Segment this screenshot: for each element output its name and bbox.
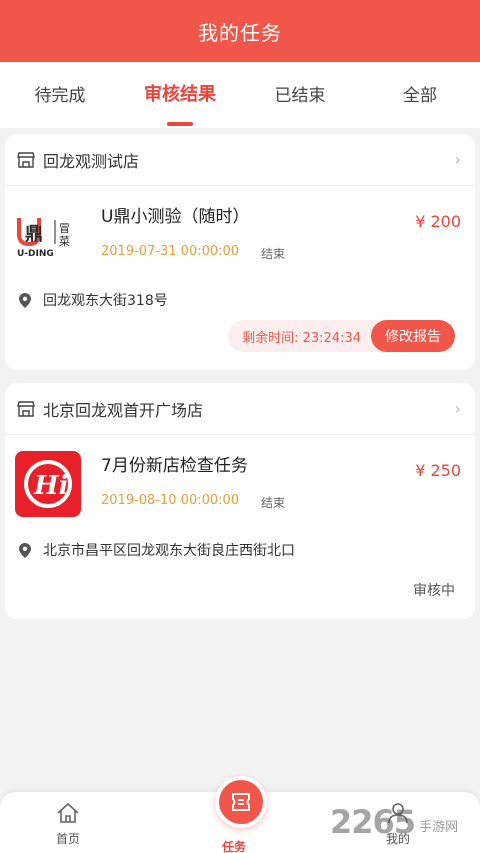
task-price: ¥ 250 — [415, 461, 461, 480]
task-card[interactable]: 北京回龙观首开广场店 › Hi 7月份新店检查任务 2019-08-10 00:… — [5, 383, 475, 619]
page-title: 我的任务 — [198, 20, 282, 45]
location-pin-icon — [19, 292, 31, 308]
address-row: 北京市昌平区回龙观东大街良庄西街北口 — [19, 540, 295, 560]
address-row: 回龙观东大街318号 — [19, 290, 168, 310]
tab-all[interactable]: 全部 — [360, 62, 480, 128]
task-info[interactable]: 鼎 冒 菜 U-DING U鼎小测验（随时） 2019-07-31 00:00:… — [5, 186, 475, 282]
task-address: 北京市昌平区回龙观东大街良庄西街北口 — [43, 543, 295, 559]
task-info[interactable]: Hi 7月份新店检查任务 2019-08-10 00:00:00 结束 ¥ 25… — [5, 435, 475, 531]
store-icon — [17, 151, 35, 168]
store-row[interactable]: 回龙观测试店 › — [5, 134, 475, 186]
home-icon — [57, 802, 79, 823]
svg-text:鼎: 鼎 — [25, 224, 43, 245]
countdown-box: 剩余时间: 23:24:34 修改报告 — [228, 320, 455, 352]
remaining-time: 剩余时间: 23:24:34 — [242, 330, 361, 346]
nav-label: 任务 — [222, 840, 247, 853]
active-tab-indicator — [167, 122, 193, 126]
store-name: 北京回龙观首开广场店 — [43, 400, 204, 420]
store-name: 回龙观测试店 — [43, 151, 140, 171]
task-status: 结束 — [261, 247, 286, 261]
nav-home[interactable]: 首页 — [56, 802, 80, 847]
svg-text:U-DING: U-DING — [17, 249, 54, 259]
modify-report-button[interactable]: 修改报告 — [371, 320, 455, 352]
svg-text:菜: 菜 — [59, 235, 70, 248]
svg-text:Hi: Hi — [33, 471, 68, 501]
app-header: 我的任务 — [0, 0, 480, 62]
tab-bar: 待完成 审核结果 已结束 全部 — [0, 62, 480, 128]
svg-text:冒: 冒 — [59, 222, 70, 235]
task-status: 结束 — [261, 496, 286, 510]
tab-label: 全部 — [403, 85, 437, 106]
task-title: 7月份新店检查任务 — [101, 456, 248, 476]
tab-review-results[interactable]: 审核结果 — [120, 62, 240, 128]
tab-label: 已结束 — [274, 85, 326, 106]
task-icon — [232, 793, 250, 811]
task-card[interactable]: 回龙观测试店 › 鼎 冒 菜 U-DING U鼎小测验（随时） 2019-07-… — [5, 134, 475, 370]
tab-label: 待完成 — [34, 85, 86, 106]
review-status: 审核中 — [413, 583, 455, 599]
watermark-text: 手游网 — [419, 819, 459, 835]
nav-label: 首页 — [56, 832, 81, 846]
task-address: 回龙观东大街318号 — [43, 293, 168, 309]
brand-logo: 鼎 冒 菜 U-DING — [15, 202, 81, 268]
store-row[interactable]: 北京回龙观首开广场店 › — [5, 383, 475, 435]
task-title: U鼎小测验（随时） — [101, 207, 250, 227]
location-pin-icon — [19, 542, 31, 558]
watermark-number: 2265 — [330, 803, 416, 841]
tab-label: 审核结果 — [144, 84, 216, 105]
tab-finished[interactable]: 已结束 — [240, 62, 360, 128]
brand-logo: Hi — [15, 451, 81, 517]
task-date: 2019-08-10 00:00:00 — [101, 493, 240, 508]
chevron-right-icon: › — [454, 399, 461, 418]
tab-pending[interactable]: 待完成 — [0, 62, 120, 128]
task-date: 2019-07-31 00:00:00 — [101, 244, 240, 259]
store-icon — [17, 400, 35, 417]
task-price: ¥ 200 — [415, 212, 461, 231]
watermark: 2265 手游网 — [330, 800, 476, 844]
chevron-right-icon: › — [454, 150, 461, 169]
task-center-button[interactable] — [215, 776, 267, 828]
